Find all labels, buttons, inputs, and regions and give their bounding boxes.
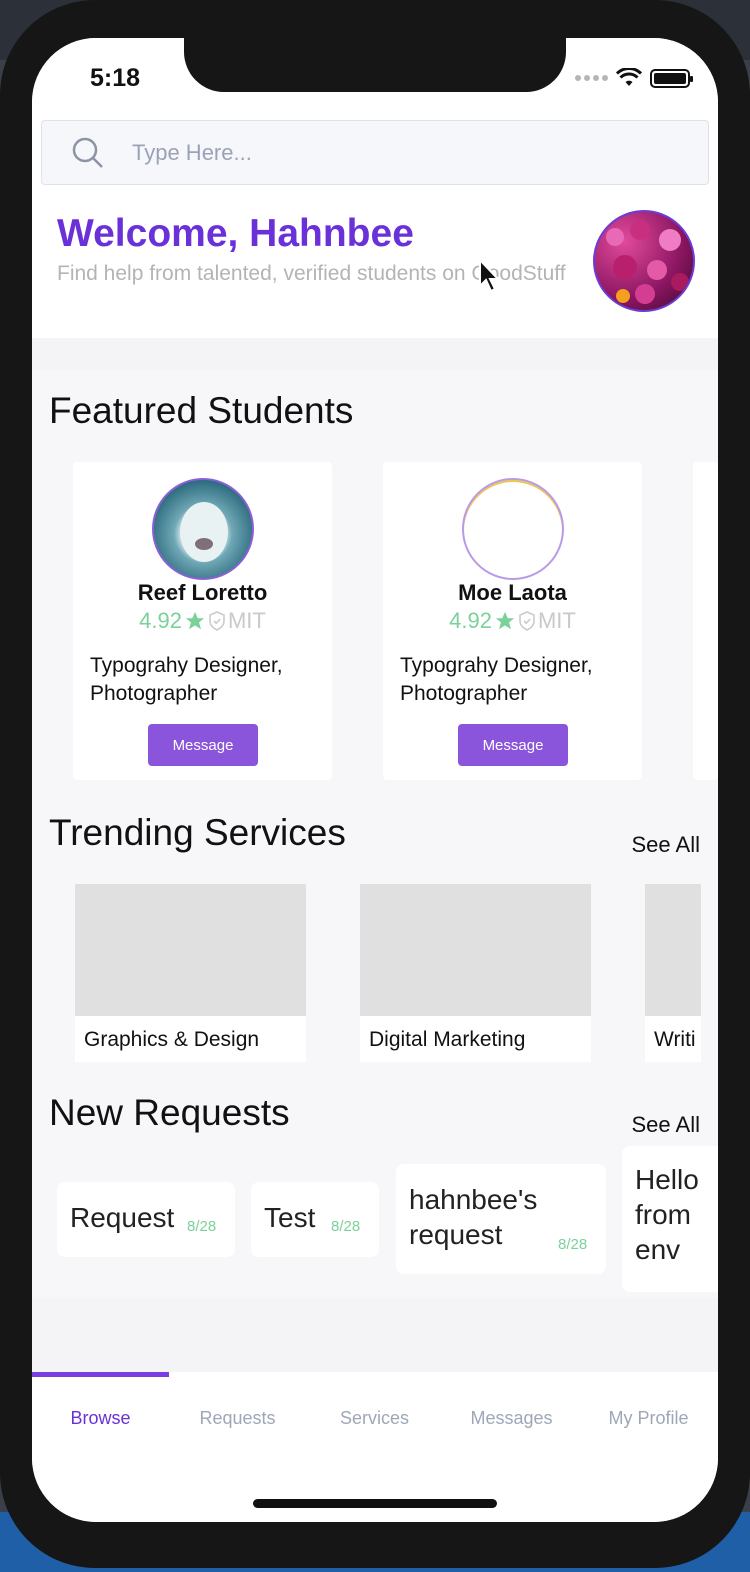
student-name: Moe Laota bbox=[458, 580, 567, 605]
request-card[interactable]: Request 8/28 bbox=[57, 1182, 235, 1257]
requests-see-all-link[interactable]: See All bbox=[632, 1112, 701, 1138]
request-title: Test bbox=[264, 1202, 316, 1233]
trending-services-heading: Trending Services bbox=[49, 812, 346, 853]
home-indicator[interactable] bbox=[253, 1499, 497, 1508]
student-rating-row: 4.92 MIT bbox=[73, 608, 332, 634]
student-name: Reef Loretto bbox=[137, 580, 268, 605]
service-image bbox=[360, 884, 591, 1016]
star-icon bbox=[185, 611, 205, 630]
mouse-cursor-icon bbox=[479, 258, 501, 293]
student-card[interactable]: Moe Laota 4.92 MIT Typograhy Designer, P… bbox=[383, 462, 642, 780]
student-avatar bbox=[152, 478, 254, 580]
search-input[interactable] bbox=[132, 139, 632, 166]
featured-students-heading: Featured Students bbox=[49, 390, 354, 431]
student-avatar bbox=[462, 478, 564, 580]
student-roles: Typograhy Designer, Photographer bbox=[90, 654, 283, 705]
verified-shield-icon bbox=[519, 611, 535, 631]
service-label: Writi bbox=[654, 1028, 696, 1051]
request-date: 8/28 bbox=[187, 1218, 217, 1235]
tab-messages[interactable]: Messages bbox=[443, 1408, 580, 1429]
student-roles: Typograhy Designer, Photographer bbox=[400, 654, 593, 705]
wifi-icon bbox=[616, 68, 642, 86]
user-avatar[interactable] bbox=[593, 210, 695, 312]
new-requests-heading: New Requests bbox=[49, 1092, 290, 1133]
phone-notch bbox=[184, 38, 566, 92]
request-title: Request bbox=[70, 1202, 175, 1233]
request-date: 8/28 bbox=[558, 1236, 588, 1253]
request-card-partial[interactable]: Hello from env bbox=[622, 1146, 718, 1292]
trending-see-all-link[interactable]: See All bbox=[632, 832, 701, 858]
welcome-heading: Welcome, Hahnbee bbox=[57, 212, 414, 255]
tab-browse[interactable]: Browse bbox=[32, 1408, 169, 1429]
verified-shield-icon bbox=[209, 611, 225, 631]
message-button[interactable]: Message bbox=[148, 724, 258, 766]
student-rating-row: 4.92 MIT bbox=[383, 608, 642, 634]
signal-icon bbox=[575, 75, 608, 81]
service-card[interactable]: Digital Marketing bbox=[360, 884, 591, 1062]
active-tab-indicator bbox=[32, 1372, 169, 1377]
student-rating: 4.92 bbox=[139, 608, 182, 633]
app-screen: 5:18 Welcome, Hahnbee Find help from tal… bbox=[32, 38, 718, 1522]
student-school: MIT bbox=[537, 608, 576, 633]
request-card[interactable]: hahnbee's request 8/28 bbox=[396, 1164, 606, 1274]
request-title: hahnbee's request bbox=[409, 1184, 538, 1250]
tab-requests[interactable]: Requests bbox=[169, 1408, 306, 1429]
star-icon bbox=[495, 611, 515, 630]
service-image bbox=[645, 884, 701, 1016]
student-card[interactable]: Reef Loretto 4.92 MIT Typograhy Designer… bbox=[73, 462, 332, 780]
student-card-partial[interactable] bbox=[693, 462, 718, 780]
service-label: Digital Marketing bbox=[369, 1028, 526, 1051]
status-time: 5:18 bbox=[90, 64, 141, 92]
request-card[interactable]: Test 8/28 bbox=[251, 1182, 379, 1257]
status-icons bbox=[575, 68, 693, 88]
tab-my-profile[interactable]: My Profile bbox=[580, 1408, 717, 1429]
phone-frame: 5:18 Welcome, Hahnbee Find help from tal… bbox=[0, 0, 750, 1568]
search-bar[interactable] bbox=[41, 120, 709, 185]
student-school: MIT bbox=[227, 608, 266, 633]
student-rating: 4.92 bbox=[449, 608, 492, 633]
battery-icon bbox=[650, 68, 693, 88]
request-title: Hello from env bbox=[635, 1164, 699, 1265]
search-icon bbox=[72, 137, 103, 168]
service-image bbox=[75, 884, 306, 1016]
request-date: 8/28 bbox=[331, 1218, 361, 1235]
service-label: Graphics & Design bbox=[84, 1028, 260, 1051]
service-card[interactable]: Graphics & Design bbox=[75, 884, 306, 1062]
service-card-partial[interactable]: Writi bbox=[645, 884, 701, 1062]
message-button[interactable]: Message bbox=[458, 724, 568, 766]
tab-services[interactable]: Services bbox=[306, 1408, 443, 1429]
